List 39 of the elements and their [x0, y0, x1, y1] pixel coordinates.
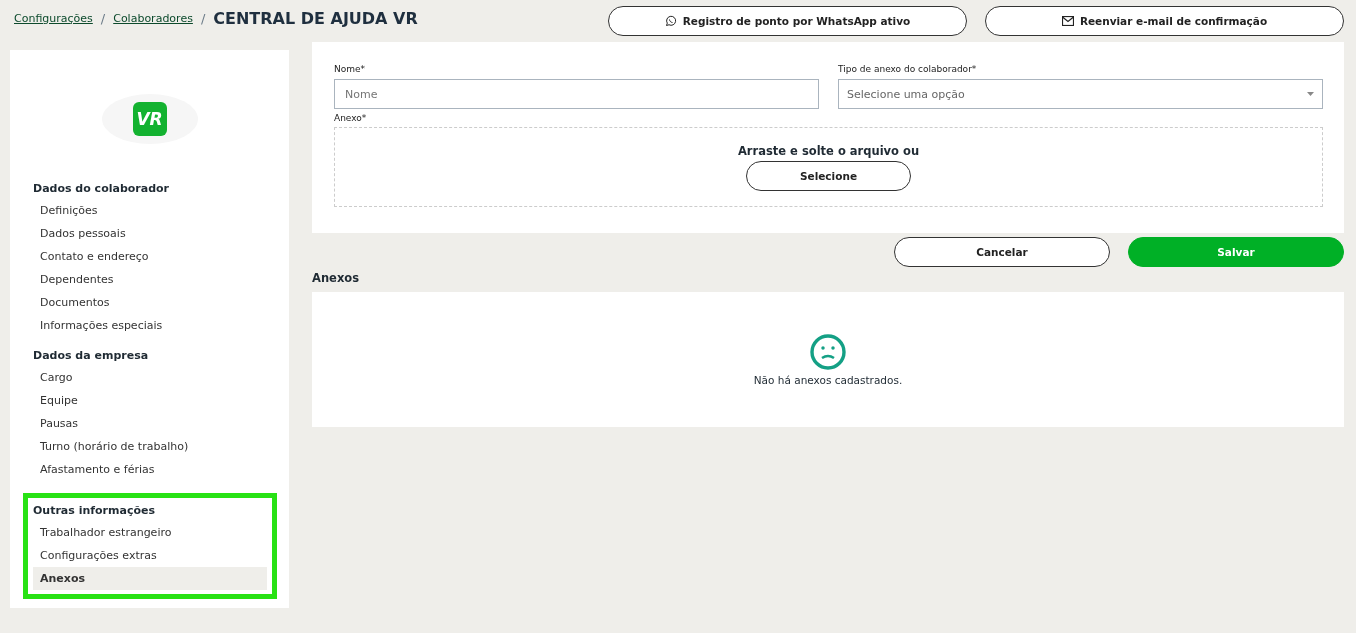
sidebar-item[interactable]: Trabalhador estrangeiro [33, 521, 267, 544]
sidebar-item[interactable]: Contato e endereço [33, 245, 266, 268]
sidebar-item[interactable]: Afastamento e férias [33, 458, 266, 481]
sidebar-item[interactable]: Dados pessoais [33, 222, 266, 245]
sidebar-item[interactable]: Anexos [33, 567, 267, 590]
sidebar-item[interactable]: Dependentes [33, 268, 266, 291]
type-select-field[interactable]: Selecione uma opção [838, 79, 1323, 109]
field-label: Tipo de anexo do colaborador* [838, 64, 978, 74]
sidebar-item[interactable]: Configurações extras [33, 544, 267, 567]
breadcrumb-link[interactable]: Configurações [14, 11, 93, 25]
resend-email-button[interactable]: Reenviar e-mail de confirmação [985, 6, 1344, 36]
whatsapp-icon [664, 15, 677, 27]
sidebar-item[interactable]: Pausas [33, 412, 266, 435]
breadcrumb-separator: / [200, 10, 206, 26]
sidebar-section-title: Dados da empresa [33, 349, 150, 364]
sidebar-section-title: Outras informações [33, 504, 156, 519]
field-label: Anexo* [334, 113, 368, 123]
empty-message: Não há anexos cadastrados. [753, 373, 903, 386]
sidebar-item[interactable]: Documentos [33, 291, 266, 314]
mail-icon [1061, 16, 1074, 26]
sidebar-item[interactable]: Cargo [33, 366, 266, 389]
sidebar-item[interactable]: Definições [33, 199, 266, 222]
page-title: CENTRAL DE AJUDA VR [213, 8, 418, 28]
drop-prompt: Arraste e solte o arquivo ou [737, 143, 920, 158]
select-file-button[interactable]: Selecione [746, 160, 911, 191]
breadcrumb-link[interactable]: Colaboradores [113, 11, 193, 25]
sidebar-item[interactable]: Equipe [33, 389, 266, 412]
sidebar-item[interactable]: Turno (horário de trabalho) [33, 435, 266, 458]
sidebar-section-title: Dados do colaborador [33, 182, 171, 197]
logo: VR [132, 102, 167, 136]
cancel-button[interactable]: Cancelar [894, 237, 1110, 267]
section-title: Anexos [312, 271, 361, 285]
breadcrumb-separator: / [100, 10, 106, 26]
sidebar-item[interactable]: Informações especiais [33, 314, 266, 337]
whatsapp-button[interactable]: Registro de ponto por WhatsApp ativo [608, 6, 967, 36]
sad-face-icon [810, 333, 846, 370]
name-input-field[interactable]: Nome [334, 79, 819, 109]
caret-icon [1307, 92, 1314, 96]
field-label: Nome* [334, 64, 367, 74]
